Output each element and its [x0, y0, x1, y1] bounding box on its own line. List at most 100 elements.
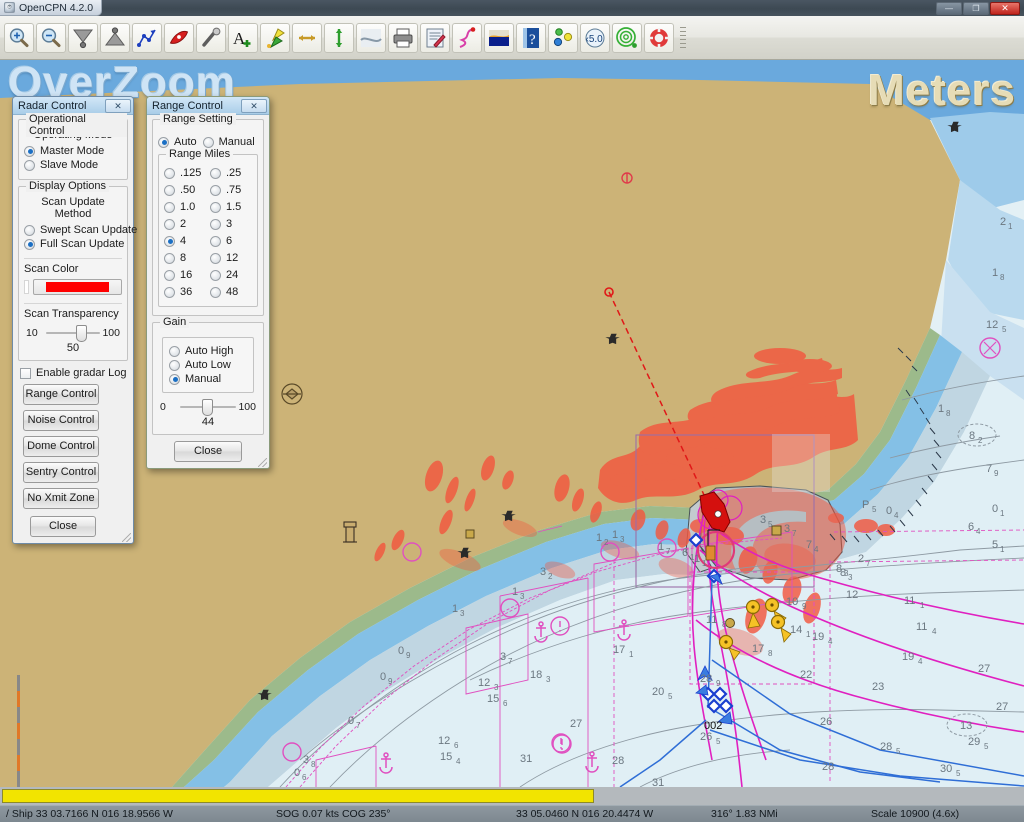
about-icon[interactable]: ? [516, 22, 546, 53]
radio-gain-manual[interactable]: Manual [169, 373, 247, 385]
radio-range-050[interactable]: .50 [164, 184, 206, 196]
currents-icon[interactable] [356, 22, 386, 53]
noise-control-button[interactable]: Noise Control [23, 410, 99, 431]
text-annotate-icon[interactable]: A [228, 22, 258, 53]
zoom-in-icon[interactable] [4, 22, 34, 53]
radio-range-10-dot[interactable] [164, 201, 175, 213]
radio-range-48[interactable]: 48 [210, 286, 252, 298]
radio-range-48-dot[interactable] [210, 286, 221, 298]
radio-range-manual-dot[interactable] [202, 136, 214, 148]
measure-icon[interactable] [196, 22, 226, 53]
radio-range-auto[interactable]: Auto [158, 136, 197, 148]
dome-control-button[interactable]: Dome Control [23, 436, 99, 457]
svg-text:30: 30 [940, 763, 952, 775]
radio-range-3-dot[interactable] [210, 218, 221, 230]
radio-range-36[interactable]: 36 [164, 286, 206, 298]
radar-close-button[interactable]: Close [30, 516, 96, 537]
radio-slave-mode-dot[interactable] [24, 159, 35, 171]
scan-color-swatch[interactable] [33, 279, 122, 295]
zoom-out-icon[interactable] [36, 22, 66, 53]
radio-swept-scan-dot[interactable] [24, 224, 35, 236]
radio-range-025-dot[interactable] [210, 167, 221, 179]
maximize-button[interactable]: ❐ [963, 1, 989, 15]
radio-gain-auto-low-dot[interactable] [169, 359, 180, 371]
radio-master-mode-dot[interactable] [24, 145, 35, 157]
range-resize-grip[interactable] [258, 458, 267, 467]
radio-slave-mode[interactable]: Slave Mode [24, 159, 122, 171]
radio-range-12-dot[interactable] [210, 252, 221, 264]
mob-icon[interactable] [644, 22, 674, 53]
radio-range-8[interactable]: 8 [164, 252, 206, 264]
safety-depth-icon[interactable]: ‹5.0 [580, 22, 610, 53]
gain-slider-thumb[interactable] [202, 399, 213, 416]
sentry-control-button[interactable]: Sentry Control [23, 462, 99, 483]
radio-full-scan[interactable]: Full Scan Update [24, 238, 124, 250]
radio-range-24-dot[interactable] [210, 269, 221, 281]
scan-color-row[interactable] [24, 279, 122, 295]
radar-control-dialog[interactable]: Radar Control ✕ Operational Control Oper… [12, 96, 137, 544]
radar-control-close-icon[interactable]: ✕ [105, 98, 131, 113]
radio-range-2[interactable]: 2 [164, 218, 206, 230]
radio-range-4[interactable]: 4 [164, 235, 206, 247]
radio-gain-manual-dot[interactable] [169, 373, 180, 385]
scan-transparency-slider[interactable]: 10 100 [26, 323, 120, 343]
close-button[interactable]: ✕ [990, 1, 1020, 15]
radio-range-6[interactable]: 6 [210, 235, 252, 247]
radio-range-24[interactable]: 24 [210, 269, 252, 281]
radio-range-075-dot[interactable] [210, 184, 221, 196]
lights-icon[interactable] [260, 22, 290, 53]
range-close-button[interactable]: Close [174, 441, 242, 462]
radio-range-075[interactable]: .75 [210, 184, 252, 196]
radio-range-3[interactable]: 3 [210, 218, 252, 230]
radio-range-16-dot[interactable] [164, 269, 175, 281]
range-control-close-icon[interactable]: ✕ [241, 98, 267, 113]
radio-range-6-dot[interactable] [210, 235, 221, 247]
scan-transparency-thumb[interactable] [76, 325, 87, 342]
route-manager-icon[interactable] [164, 22, 194, 53]
tide-icon[interactable] [324, 22, 354, 53]
svg-text:3: 3 [303, 754, 309, 766]
no-xmit-zone-button[interactable]: No Xmit Zone [23, 488, 99, 509]
radio-full-scan-dot[interactable] [24, 238, 35, 250]
range-control-dialog[interactable]: Range Control ✕ Range Setting Auto Manua… [146, 96, 270, 469]
radio-range-36-dot[interactable] [164, 286, 175, 298]
ais-icon[interactable] [548, 22, 578, 53]
radio-range-auto-dot[interactable] [158, 136, 169, 148]
notes-icon[interactable] [420, 22, 450, 53]
enable-gradar-log-checkbox[interactable] [20, 367, 31, 379]
radio-gain-auto-high[interactable]: Auto High [169, 345, 247, 357]
radio-swept-scan[interactable]: Swept Scan Update [24, 224, 137, 236]
scale-out-icon[interactable] [100, 22, 130, 53]
minimize-button[interactable]: — [936, 1, 962, 15]
print-icon[interactable] [388, 22, 418, 53]
scale-in-icon[interactable] [68, 22, 98, 53]
track-icon[interactable] [292, 22, 322, 53]
toolbar-drag-grip[interactable] [678, 23, 688, 53]
radar-resize-grip[interactable] [122, 533, 131, 542]
radio-gain-auto-low[interactable]: Auto Low [169, 359, 247, 371]
radio-range-050-dot[interactable] [164, 184, 175, 196]
radio-range-16[interactable]: 16 [164, 269, 206, 281]
radio-gain-auto-high-dot[interactable] [169, 345, 180, 357]
radio-master-mode[interactable]: Master Mode [24, 145, 122, 157]
radio-range-12[interactable]: 12 [210, 252, 252, 264]
radio-range-10[interactable]: 1.0 [164, 201, 206, 213]
radio-range-8-dot[interactable] [164, 252, 175, 264]
radio-range-0125[interactable]: .125 [164, 167, 206, 179]
radio-range-2-dot[interactable] [164, 218, 175, 230]
enable-gradar-log-row[interactable]: Enable gradar Log [20, 367, 128, 379]
radar-icon[interactable] [612, 22, 642, 53]
chart-canvas[interactable]: 13 09 09 07 38 06 06 32 13 32 17 13 12 6… [0, 60, 1024, 787]
radio-range-manual[interactable]: Manual [202, 136, 255, 148]
grib-icon[interactable] [452, 22, 482, 53]
radio-range-15[interactable]: 1.5 [210, 201, 252, 213]
scan-transparency-track[interactable] [46, 332, 100, 334]
route-create-icon[interactable] [132, 22, 162, 53]
gain-slider[interactable]: 0 100 [160, 397, 256, 417]
depth-shade-icon[interactable] [484, 22, 514, 53]
radio-range-025[interactable]: .25 [210, 167, 252, 179]
range-control-button[interactable]: Range Control [23, 384, 99, 405]
radio-range-4-dot[interactable] [164, 235, 175, 247]
radio-range-15-dot[interactable] [210, 201, 221, 213]
radio-range-0125-dot[interactable] [164, 167, 175, 179]
